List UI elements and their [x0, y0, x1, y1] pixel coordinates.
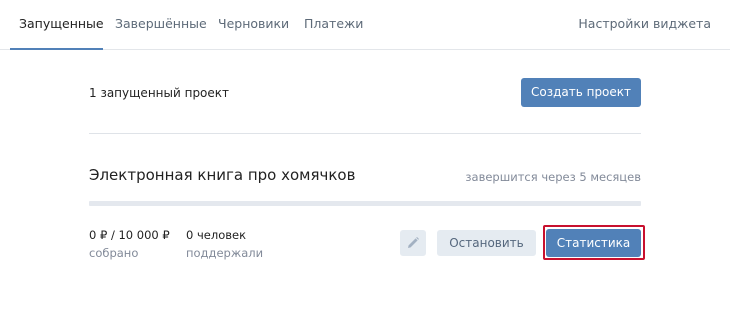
divider [89, 133, 641, 134]
tab-launched[interactable]: Запущенные [19, 16, 104, 31]
progress-bar [89, 201, 641, 206]
projects-count: 1 запущенный проект [89, 86, 230, 100]
stats-button[interactable]: Статистика [546, 229, 641, 257]
tab-payments[interactable]: Платежи [304, 16, 363, 31]
collected-value: 0 ₽ / 10 000 ₽ [89, 228, 170, 242]
collected-label: собрано [89, 246, 139, 260]
tab-completed[interactable]: Завершённые [115, 16, 207, 31]
pencil-icon [408, 237, 419, 248]
backers-stat: 0 человек поддержали [186, 227, 263, 261]
collected-stat: 0 ₽ / 10 000 ₽ собрано [89, 227, 170, 261]
backers-label: поддержали [186, 246, 264, 260]
backers-value: 0 человек [186, 228, 247, 242]
tab-drafts[interactable]: Черновики [218, 16, 289, 31]
edit-button[interactable] [400, 230, 426, 256]
stop-button[interactable]: Остановить [437, 230, 536, 256]
widget-settings-link[interactable]: Настройки виджета [578, 16, 711, 31]
project-title[interactable]: Электронная книга про хомячков [89, 166, 355, 184]
create-project-button[interactable]: Создать проект [521, 78, 641, 107]
tabs-bar: Запущенные Завершённые Черновики Платежи… [0, 0, 730, 50]
project-deadline: завершится через 5 месяцев [465, 170, 641, 184]
active-tab-indicator [10, 48, 103, 50]
